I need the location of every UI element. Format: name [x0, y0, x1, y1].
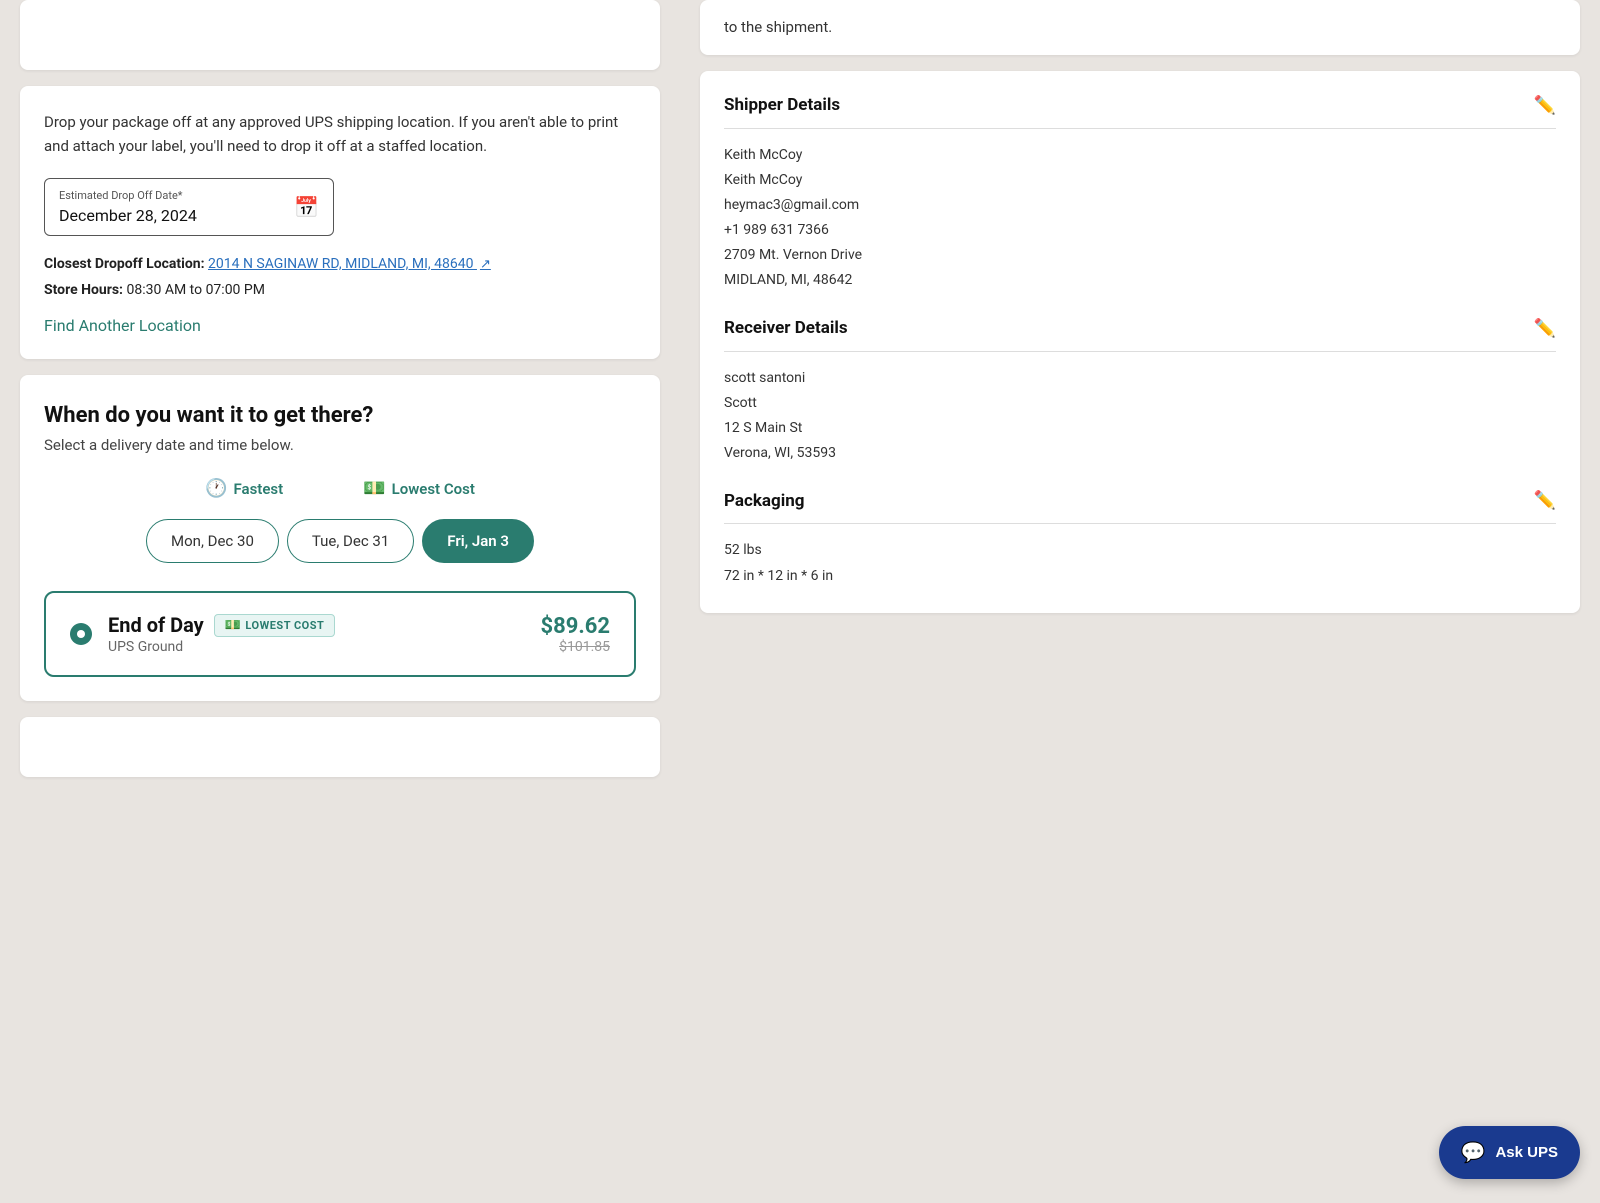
date-input-value: December 28, 2024 [59, 206, 197, 225]
shipper-section-title: Shipper Details [724, 95, 840, 115]
service-details: End of Day 💵 LOWEST COST UPS Ground [108, 613, 335, 655]
delivery-card: When do you want it to get there? Select… [20, 375, 660, 701]
packaging-edit-icon[interactable]: ✏️ [1534, 490, 1556, 511]
ask-ups-button[interactable]: 💬 Ask UPS [1439, 1126, 1580, 1179]
left-panel: Drop your package off at any approved UP… [0, 0, 680, 1203]
store-hours-value: 08:30 AM to 07:00 PM [127, 282, 265, 298]
packaging-weight: 52 lbs [724, 538, 1556, 563]
service-option-card[interactable]: End of Day 💵 LOWEST COST UPS Ground $89.… [44, 591, 636, 677]
ask-ups-label: Ask UPS [1495, 1144, 1558, 1161]
date-pill-2[interactable]: Fri, Jan 3 [422, 519, 534, 563]
right-top-partial-text: to the shipment. [724, 16, 1556, 39]
service-name-row: End of Day 💵 LOWEST COST [108, 613, 335, 637]
chat-icon: 💬 [1461, 1140, 1486, 1165]
shipper-name1: Keith McCoy [724, 143, 1556, 168]
dropoff-description: Drop your package off at any approved UP… [44, 110, 636, 158]
bottom-partial-card [20, 717, 660, 777]
shipper-section: Shipper Details ✏️ Keith McCoy Keith McC… [724, 95, 1556, 294]
fastest-option[interactable]: 🕐 Fastest [205, 478, 283, 499]
shipper-email: heymac3@gmail.com [724, 193, 1556, 218]
radio-circle [70, 623, 92, 645]
lowest-cost-icon: 💵 [363, 478, 385, 499]
service-type: UPS Ground [108, 639, 335, 655]
shipper-edit-icon[interactable]: ✏️ [1534, 95, 1556, 116]
speed-options: 🕐 Fastest 💵 Lowest Cost [44, 478, 636, 499]
external-link-icon: ↗ [480, 257, 491, 272]
shipper-name2: Keith McCoy [724, 168, 1556, 193]
closest-location-strong: Closest Dropoff Location: [44, 256, 205, 272]
lowest-cost-badge: 💵 LOWEST COST [214, 614, 336, 637]
date-pill-0[interactable]: Mon, Dec 30 [146, 519, 279, 563]
receiver-section-header: Receiver Details ✏️ [724, 318, 1556, 352]
badge-icon: 💵 [225, 618, 242, 633]
receiver-address2: Verona, WI, 53593 [724, 441, 1556, 466]
receiver-address1: 12 S Main St [724, 416, 1556, 441]
packaging-section: Packaging ✏️ 52 lbs 72 in * 12 in * 6 in [724, 490, 1556, 588]
fastest-label: Fastest [234, 480, 284, 498]
find-another-location-link[interactable]: Find Another Location [44, 316, 201, 335]
delivery-title: When do you want it to get there? [44, 403, 636, 428]
details-card: Shipper Details ✏️ Keith McCoy Keith McC… [700, 71, 1580, 613]
shipper-address1: 2709 Mt. Vernon Drive [724, 243, 1556, 268]
receiver-section: Receiver Details ✏️ scott santoni Scott … [724, 318, 1556, 467]
original-price: $101.85 [541, 639, 611, 655]
radio-circle-inner [77, 630, 85, 638]
closest-location-label: Closest Dropoff Location: 2014 N SAGINAW… [44, 256, 636, 272]
closest-location-link[interactable]: 2014 N SAGINAW RD, MIDLAND, MI, 48640 ↗ [208, 256, 491, 272]
receiver-edit-icon[interactable]: ✏️ [1534, 318, 1556, 339]
packaging-dimensions: 72 in * 12 in * 6 in [724, 564, 1556, 589]
current-price: $89.62 [541, 614, 611, 639]
right-panel: to the shipment. Shipper Details ✏️ Keit… [680, 0, 1600, 1203]
packaging-section-header: Packaging ✏️ [724, 490, 1556, 524]
store-hours: Store Hours: 08:30 AM to 07:00 PM [44, 282, 636, 298]
price-area: $89.62 $101.85 [541, 614, 611, 655]
date-input-label: Estimated Drop Off Date* [59, 189, 197, 202]
delivery-subtitle: Select a delivery date and time below. [44, 436, 636, 454]
shipper-address2: MIDLAND, MI, 48642 [724, 268, 1556, 293]
date-pills: Mon, Dec 30 Tue, Dec 31 Fri, Jan 3 [44, 519, 636, 563]
shipper-section-header: Shipper Details ✏️ [724, 95, 1556, 129]
shipper-phone: +1 989 631 7366 [724, 218, 1556, 243]
receiver-name1: scott santoni [724, 366, 1556, 391]
packaging-section-title: Packaging [724, 491, 804, 511]
dropoff-card: Drop your package off at any approved UP… [20, 86, 660, 359]
service-name-text: End of Day [108, 613, 204, 637]
lowest-cost-label: Lowest Cost [392, 480, 475, 498]
date-pill-1[interactable]: Tue, Dec 31 [287, 519, 414, 563]
badge-label: LOWEST COST [245, 619, 324, 632]
receiver-section-title: Receiver Details [724, 318, 848, 338]
top-partial-card [20, 0, 660, 70]
fastest-icon: 🕐 [205, 478, 227, 499]
lowest-cost-option[interactable]: 💵 Lowest Cost [363, 478, 475, 499]
date-input-wrapper[interactable]: Estimated Drop Off Date* December 28, 20… [44, 178, 334, 236]
store-hours-label: Store Hours: [44, 282, 123, 298]
calendar-icon: 📅 [294, 195, 319, 219]
right-top-partial-card: to the shipment. [700, 0, 1580, 55]
receiver-name2: Scott [724, 391, 1556, 416]
